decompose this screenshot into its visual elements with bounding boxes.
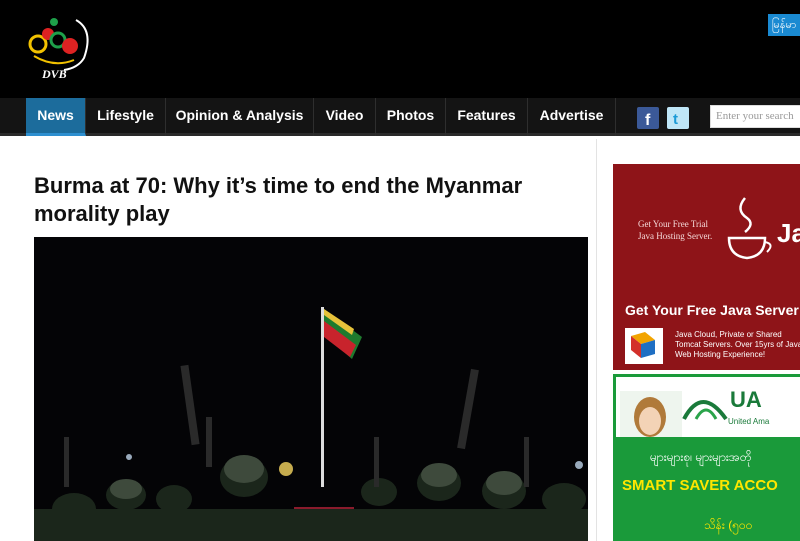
ad-java-cube-icon xyxy=(625,328,663,364)
java-hosting-ad[interactable]: Get Your Free Trial Java Hosting Server.… xyxy=(613,164,800,370)
facebook-icon[interactable]: f xyxy=(637,107,659,129)
site-header: DVB မြန်မာ xyxy=(0,0,800,98)
logo-text: DVB xyxy=(41,67,67,81)
ad-bank-logo-icon xyxy=(682,400,728,421)
ad-java-line1: Get Your Free Trial xyxy=(638,219,709,229)
search-input[interactable]: Enter your search xyxy=(710,105,800,128)
nav-item-video[interactable]: Video xyxy=(314,98,376,136)
ad-bank-logo-text: UA xyxy=(730,387,762,412)
ad-java-body: Java Cloud, Private or Shared Tomcat Ser… xyxy=(675,330,800,359)
ad-java-brand: Ja xyxy=(777,218,800,248)
column-divider xyxy=(596,139,597,541)
svg-text:t: t xyxy=(673,111,678,128)
ad-java-line2: Java Hosting Server. xyxy=(638,231,713,241)
nav-item-advertise[interactable]: Advertise xyxy=(528,98,616,136)
article-photo[interactable] xyxy=(34,237,588,541)
twitter-icon[interactable]: t xyxy=(667,107,689,129)
article-title[interactable]: Burma at 70: Why it’s time to end the My… xyxy=(34,172,574,228)
svg-text:f: f xyxy=(645,112,651,129)
java-cup-icon xyxy=(727,197,772,260)
dvb-logo[interactable]: DVB xyxy=(24,10,96,86)
nav-item-opinion-analysis[interactable]: Opinion & Analysis xyxy=(166,98,314,136)
bank-saver-ad[interactable]: UA United Ama များများစု၊ များများအတို S… xyxy=(613,374,800,541)
nav-item-news[interactable]: News xyxy=(26,98,86,136)
nav-item-lifestyle[interactable]: Lifestyle xyxy=(86,98,166,136)
ad-java-headline: Get Your Free Java Server xyxy=(625,302,799,318)
language-toggle-button[interactable]: မြန်မာ xyxy=(768,14,800,36)
nav-item-features[interactable]: Features xyxy=(446,98,528,136)
ad-bank-myanmar-line1: များများစု၊ များများအတို xyxy=(650,450,752,464)
ad-bank-myanmar-line2: သိန်း (၅၀၀ xyxy=(704,518,753,532)
ad-java-tagline: Get Your Free Trial Java Hosting Server. xyxy=(638,218,712,242)
ad-bank-sub: United Ama xyxy=(728,417,770,426)
ad-bank-headline: SMART SAVER ACCO xyxy=(622,477,778,494)
nav-item-photos[interactable]: Photos xyxy=(376,98,446,136)
